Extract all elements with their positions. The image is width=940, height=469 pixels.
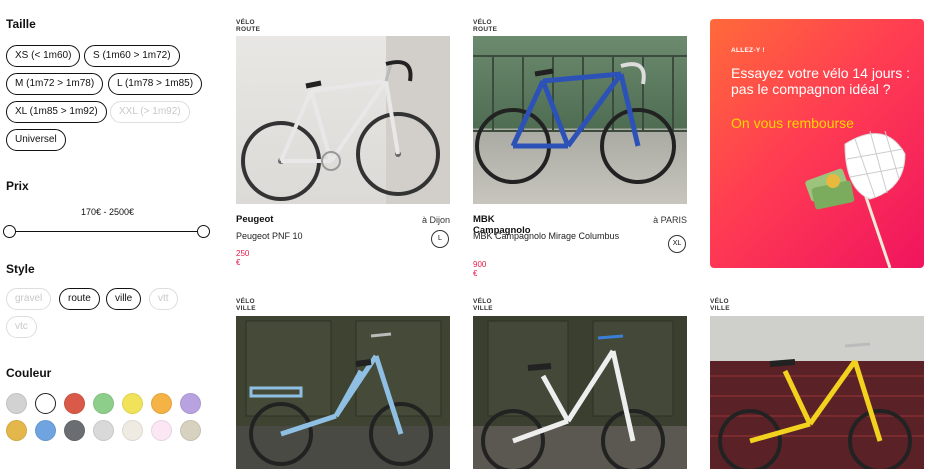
refund-promo-card[interactable]: ALLEZ-Y ! Essayez votre vélo 14 jours : … [710,19,924,268]
style-chip-vtt: vtt [149,288,178,310]
size-chip-universel[interactable]: Universel [6,129,66,151]
price-range-label: 170€ - 2500€ [80,207,135,217]
product-photo[interactable] [473,36,687,204]
money-net-illustration [805,130,906,268]
style-chip-gravel: gravel [6,288,52,310]
color-swatch-blue[interactable] [35,420,56,441]
product-category: VÉLO ROUTE [236,19,261,33]
style-chip-route[interactable]: route [59,288,100,310]
product-photo[interactable] [473,316,687,469]
city-bike-illustration [473,320,687,469]
product-photo[interactable] [236,316,450,469]
city-bike-illustration [236,320,450,469]
price-filter-title: Prix [6,179,29,193]
price-slider-min-handle[interactable] [3,225,16,238]
style-chip-vtc: vtc [6,316,37,338]
size-chip-l[interactable]: L (1m78 > 1m85) [108,73,203,95]
city-bike-illustration [710,316,924,469]
promo-eyebrow: ALLEZ-Y ! [731,47,765,54]
product-category: VÉLO ROUTE [473,19,498,33]
color-swatch-orange[interactable] [151,393,172,414]
product-photo[interactable] [236,36,450,204]
product-model: MBK Campagnolo Mirage Columbus [473,231,620,241]
style-chip-ville[interactable]: ville [106,288,142,310]
color-swatch-silver[interactable] [93,420,114,441]
product-model: Peugeot PNF 10 [236,231,303,241]
color-swatch-pink[interactable] [151,420,172,441]
color-swatch-grey[interactable] [6,393,27,414]
product-category: VÉLO VILLE [236,298,256,312]
product-location: à Dijon [421,215,450,225]
size-chip-m[interactable]: M (1m72 > 1m78) [6,73,104,95]
style-filter-title: Style [6,262,35,276]
price-slider-track[interactable] [10,231,204,232]
promo-headline: Essayez votre vélo 14 jours : pas le com… [731,65,910,97]
color-swatch-beige[interactable] [180,420,201,441]
color-swatch-white[interactable] [35,393,56,414]
product-location: à PARIS [653,215,687,225]
product-category: VÉLO VILLE [473,298,493,312]
size-chip-xl[interactable]: XL (1m85 > 1m92) [6,101,107,123]
color-swatch-mustard[interactable] [6,420,27,441]
product-brand: Peugeot [236,214,274,225]
product-photo[interactable] [710,316,924,469]
filters-sidebar: Taille XS (< 1m60) S (1m60 > 1m72) M (1m… [0,0,220,469]
color-swatch-green[interactable] [93,393,114,414]
product-price: 250 € [236,249,250,267]
size-badge: XL [668,235,686,253]
size-chip-xs[interactable]: XS (< 1m60) [6,45,81,67]
road-bike-illustration [473,55,687,184]
size-badge: L [431,230,449,248]
size-chip-xxl: XXL (> 1m92) [110,101,190,123]
color-swatch-dark-grey[interactable] [64,420,85,441]
color-swatch-red[interactable] [64,393,85,414]
color-swatch-purple[interactable] [180,393,201,414]
color-filter-title: Couleur [6,366,52,380]
road-bike-illustration [241,36,450,204]
product-price: 900 € [473,260,487,278]
size-chip-s[interactable]: S (1m60 > 1m72) [84,45,180,67]
color-swatch-cream[interactable] [122,420,143,441]
size-filter-title: Taille [6,17,36,31]
price-slider-max-handle[interactable] [197,225,210,238]
color-swatch-yellow[interactable] [122,393,143,414]
product-category: VÉLO VILLE [710,298,730,312]
